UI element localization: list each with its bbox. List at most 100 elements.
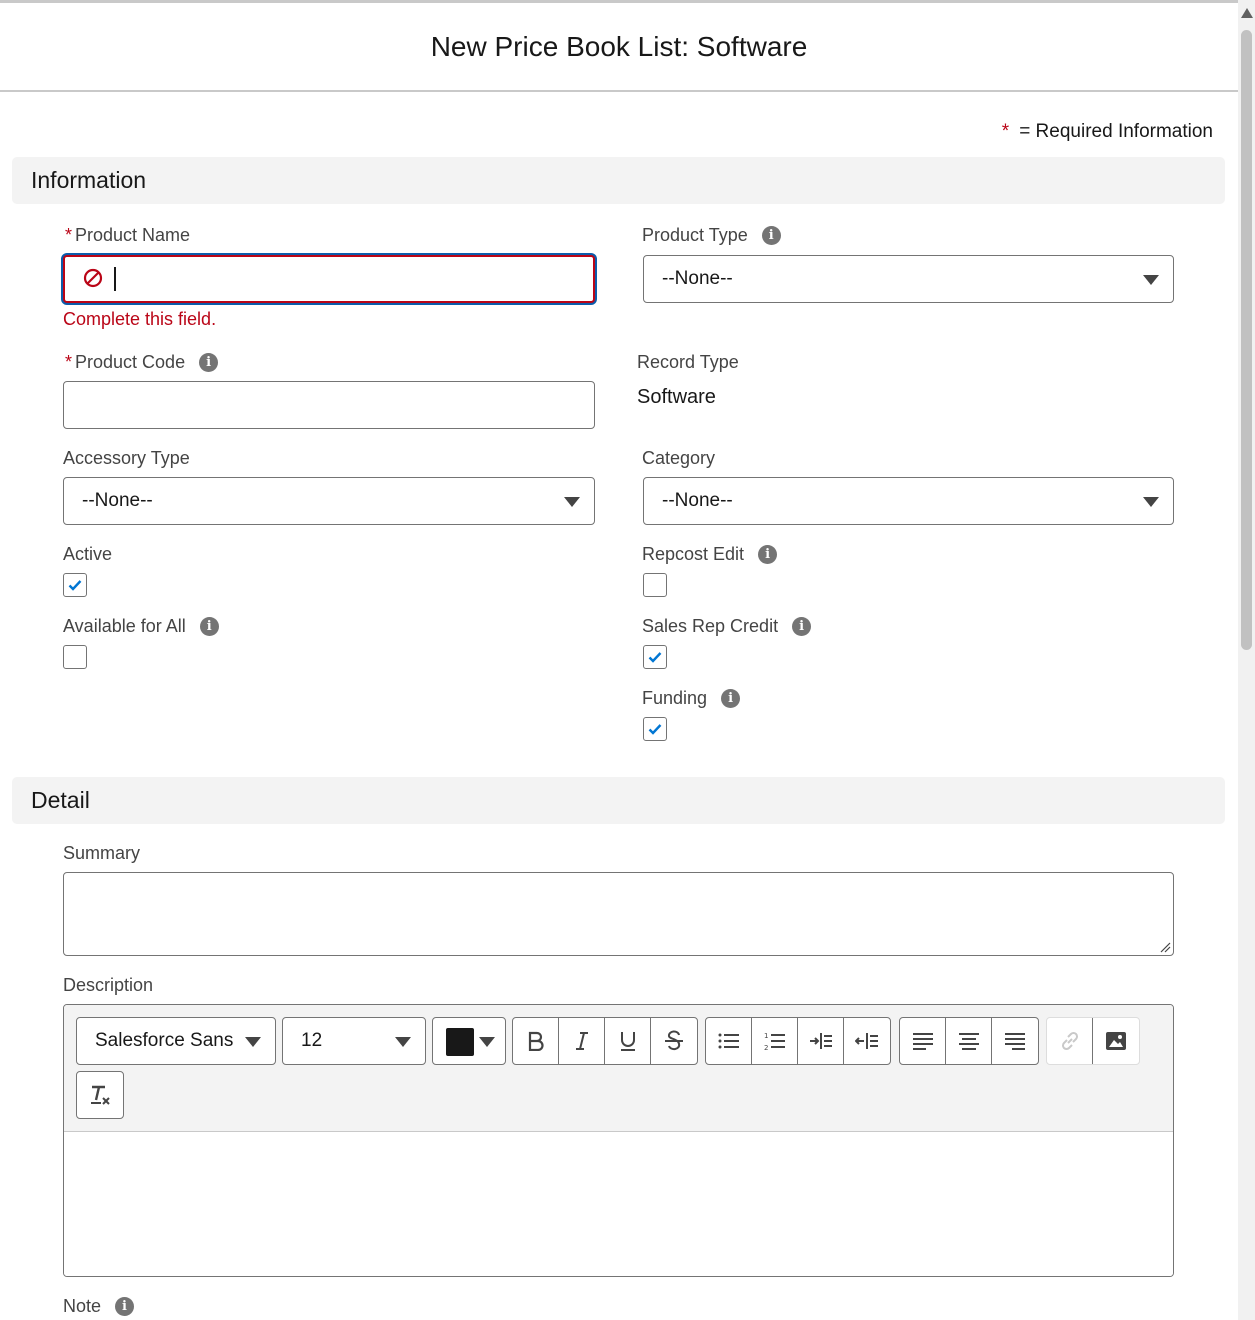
chevron-down-icon — [479, 1037, 495, 1047]
scroll-up-arrow-icon[interactable] — [1241, 8, 1253, 18]
product-type-label: Product Type i — [642, 225, 781, 246]
bulleted-list-button[interactable] — [706, 1018, 752, 1064]
numbered-list-button[interactable]: 12 — [752, 1018, 798, 1064]
italic-button[interactable] — [559, 1018, 605, 1064]
info-icon[interactable]: i — [761, 226, 781, 245]
sales-rep-credit-checkbox[interactable] — [643, 645, 667, 669]
record-type-label: Record Type — [637, 352, 739, 373]
funding-label: Funding i — [642, 688, 741, 709]
record-type-label-text: Record Type — [637, 352, 739, 372]
summary-textarea[interactable] — [63, 872, 1174, 956]
svg-text:2: 2 — [764, 1044, 768, 1051]
color-swatch — [446, 1028, 474, 1056]
chevron-down-icon — [1143, 275, 1159, 285]
available-for-all-label: Available for All i — [63, 616, 219, 637]
description-label: Description — [63, 975, 153, 996]
repcost-edit-label: Repcost Edit i — [642, 544, 778, 565]
resize-handle-icon[interactable] — [1159, 941, 1171, 953]
modal-header: New Price Book List: Software — [0, 3, 1238, 92]
info-icon[interactable]: i — [721, 689, 741, 708]
required-star: * — [65, 225, 73, 245]
repcost-edit-checkbox[interactable] — [643, 573, 667, 597]
info-icon[interactable]: i — [115, 1297, 135, 1316]
font-family-select[interactable]: Salesforce Sans — [76, 1017, 276, 1065]
font-size-value: 12 — [301, 1030, 323, 1051]
category-select[interactable]: --None-- — [643, 477, 1174, 525]
modal: New Price Book List: Software * = Require… — [0, 0, 1238, 1320]
available-for-all-label-text: Available for All — [63, 616, 186, 636]
product-code-input[interactable] — [63, 381, 595, 429]
product-type-label-text: Product Type — [642, 225, 748, 245]
align-button-group — [899, 1017, 1039, 1065]
bulleted-list-icon — [718, 1033, 739, 1049]
product-type-select[interactable]: --None-- — [643, 255, 1174, 303]
text-color-picker[interactable] — [432, 1017, 506, 1065]
active-label: Active — [63, 544, 112, 565]
strikethrough-icon — [665, 1030, 683, 1051]
format-button-group — [512, 1017, 698, 1065]
list-button-group: 12 — [705, 1017, 891, 1065]
accessory-type-label-text: Accessory Type — [63, 448, 190, 468]
modal-title: New Price Book List: Software — [430, 30, 808, 62]
numbered-list-icon: 12 — [764, 1032, 785, 1051]
remove-formatting-icon — [91, 1085, 110, 1105]
outdent-icon — [855, 1033, 878, 1049]
bold-button[interactable] — [513, 1018, 559, 1064]
active-checkbox[interactable] — [63, 573, 87, 597]
category-label-text: Category — [642, 448, 716, 468]
align-center-button[interactable] — [946, 1018, 992, 1064]
align-left-icon — [912, 1033, 933, 1050]
info-icon[interactable]: i — [758, 545, 778, 564]
check-icon — [648, 652, 662, 663]
chevron-down-icon — [245, 1037, 261, 1047]
font-size-select[interactable]: 12 — [282, 1017, 426, 1065]
info-icon[interactable]: i — [199, 353, 219, 372]
category-label: Category — [642, 448, 715, 469]
underline-button[interactable] — [605, 1018, 651, 1064]
info-icon[interactable]: i — [792, 617, 812, 636]
remove-formatting-button[interactable] — [77, 1072, 123, 1118]
outdent-button[interactable] — [844, 1018, 890, 1064]
active-label-text: Active — [63, 544, 113, 564]
scrollbar[interactable] — [1238, 0, 1255, 1320]
description-editor-area[interactable] — [64, 1132, 1173, 1276]
required-legend-text: = Required Information — [1019, 121, 1213, 142]
rte-toolbar: Salesforce Sans 12 1 2 — [64, 1005, 1173, 1132]
info-icon[interactable]: i — [199, 617, 219, 636]
sales-rep-credit-label-text: Sales Rep Credit — [642, 616, 779, 636]
align-right-button[interactable] — [992, 1018, 1038, 1064]
product-name-label: * Product Name — [65, 225, 190, 246]
underline-icon — [620, 1032, 635, 1051]
funding-checkbox[interactable] — [643, 717, 667, 741]
image-button[interactable] — [1093, 1018, 1139, 1064]
indent-button[interactable] — [798, 1018, 844, 1064]
note-label: Note i — [63, 1296, 135, 1317]
align-right-icon — [1005, 1033, 1025, 1050]
summary-label: Summary — [63, 843, 140, 864]
available-for-all-checkbox[interactable] — [63, 645, 87, 669]
chevron-down-icon — [564, 497, 580, 507]
accessory-type-label: Accessory Type — [63, 448, 190, 469]
chevron-down-icon — [395, 1037, 411, 1047]
product-name-error: Complete this field. — [63, 309, 217, 329]
bold-icon — [528, 1031, 544, 1051]
italic-icon — [575, 1032, 588, 1050]
align-left-button[interactable] — [900, 1018, 946, 1064]
section-information[interactable]: Information — [12, 157, 1225, 204]
scrollbar-thumb[interactable] — [1241, 30, 1252, 650]
section-information-title: Information — [31, 167, 147, 193]
product-code-label-text: Product Code — [75, 352, 186, 372]
strikethrough-button[interactable] — [651, 1018, 697, 1064]
category-value: --None-- — [662, 490, 733, 511]
sales-rep-credit-label: Sales Rep Credit i — [642, 616, 812, 637]
error-icon — [83, 268, 103, 288]
svg-text:1: 1 — [764, 1032, 768, 1040]
note-label-text: Note — [63, 1296, 102, 1316]
product-name-input[interactable] — [63, 255, 595, 303]
accessory-type-select[interactable]: --None-- — [63, 477, 595, 525]
repcost-edit-label-text: Repcost Edit — [642, 544, 745, 564]
link-button[interactable] — [1047, 1018, 1093, 1064]
link-icon — [1061, 1031, 1078, 1051]
text-caret — [114, 267, 116, 291]
section-detail[interactable]: Detail — [12, 777, 1225, 824]
